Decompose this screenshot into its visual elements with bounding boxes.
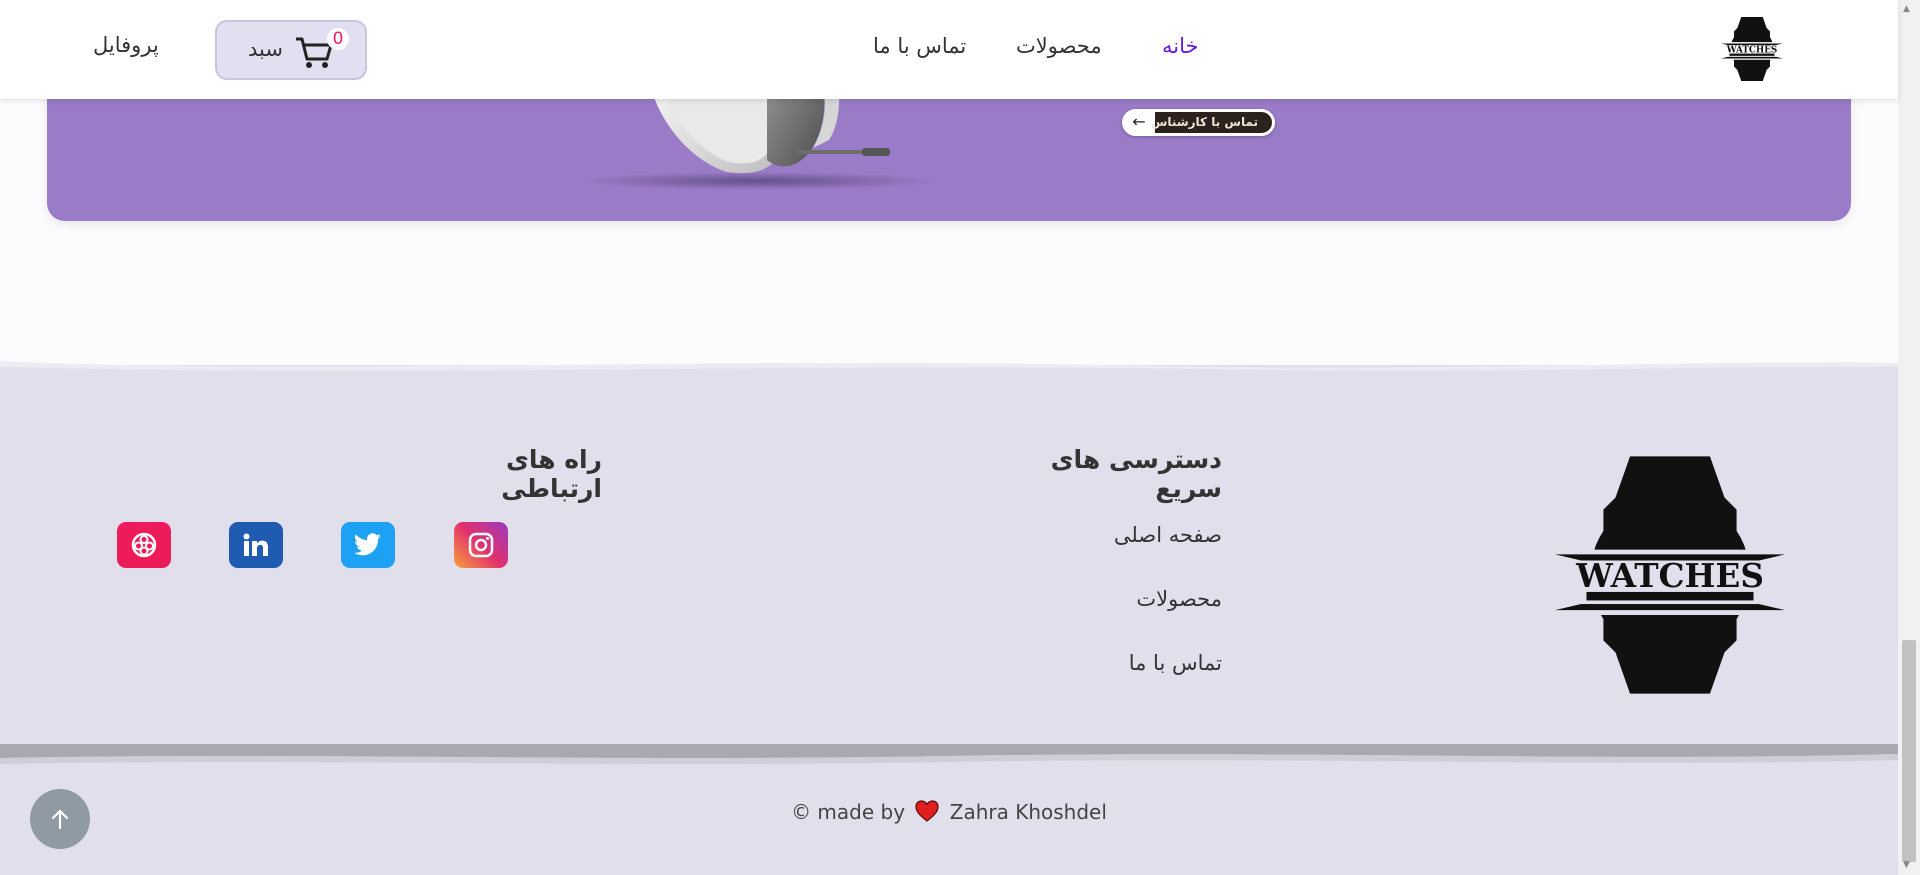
profile-link[interactable]: پروفایل [93,33,159,57]
svg-text:WATCHES: WATCHES [1575,556,1764,595]
footer-watches-logo-icon: WATCHES [1548,450,1792,704]
cart-label: سبد [248,37,283,61]
scroll-up-arrow-icon[interactable]: ▲ [1903,4,1910,14]
cart-count-badge: 0 [327,28,349,50]
app-icon[interactable] [117,522,171,568]
footer-bottom-wave [0,744,1898,764]
footer-link-home[interactable]: صفحه اصلی [1114,523,1222,547]
credit-author: Zahra Khoshdel [949,800,1107,824]
nav-contact[interactable]: تماس با ما [873,34,966,58]
twitter-icon[interactable] [341,522,395,568]
arrow-up-icon [51,809,69,830]
scrollbar-thumb[interactable] [1902,640,1916,862]
page: پروفایل سبد 0 تماس با ما محصولات خانه WA… [0,0,1920,875]
scroll-down-arrow-icon[interactable]: ▼ [1903,860,1910,870]
scroll-to-top-button[interactable] [30,789,90,849]
footer-link-contact[interactable]: تماس با ما [1129,651,1222,675]
footer: WATCHES دسترسی های سریع صفحه اصلی محصولا… [0,361,1898,875]
instagram-icon[interactable] [454,522,508,568]
credit-line: © made by Zahra Khoshdel [0,800,1898,827]
footer-bottom-bar: © made by Zahra Khoshdel [0,744,1898,875]
contact-expert-button[interactable]: ← تماس با کارشناس [1122,109,1275,136]
contact-ways-title: راه های ارتباطی [501,445,602,503]
quick-access-title: دسترسی های سریع [1050,445,1222,503]
nav-home[interactable]: خانه [1162,34,1198,58]
watches-logo-icon[interactable]: WATCHES [1719,14,1785,88]
heart-icon [915,800,940,827]
contact-expert-label: تماس با کارشناس [1150,115,1258,129]
linkedin-icon[interactable] [229,522,283,568]
footer-link-products[interactable]: محصولات [1136,587,1222,611]
credit-prefix: © made by [791,800,906,824]
footer-wave-divider [0,361,1898,379]
nav-products[interactable]: محصولات [1016,34,1102,58]
top-navbar: پروفایل سبد 0 تماس با ما محصولات خانه WA… [0,0,1898,99]
cart-button[interactable]: سبد 0 [215,20,367,80]
page-scrollbar[interactable]: ▲ ▼ [1898,0,1920,875]
